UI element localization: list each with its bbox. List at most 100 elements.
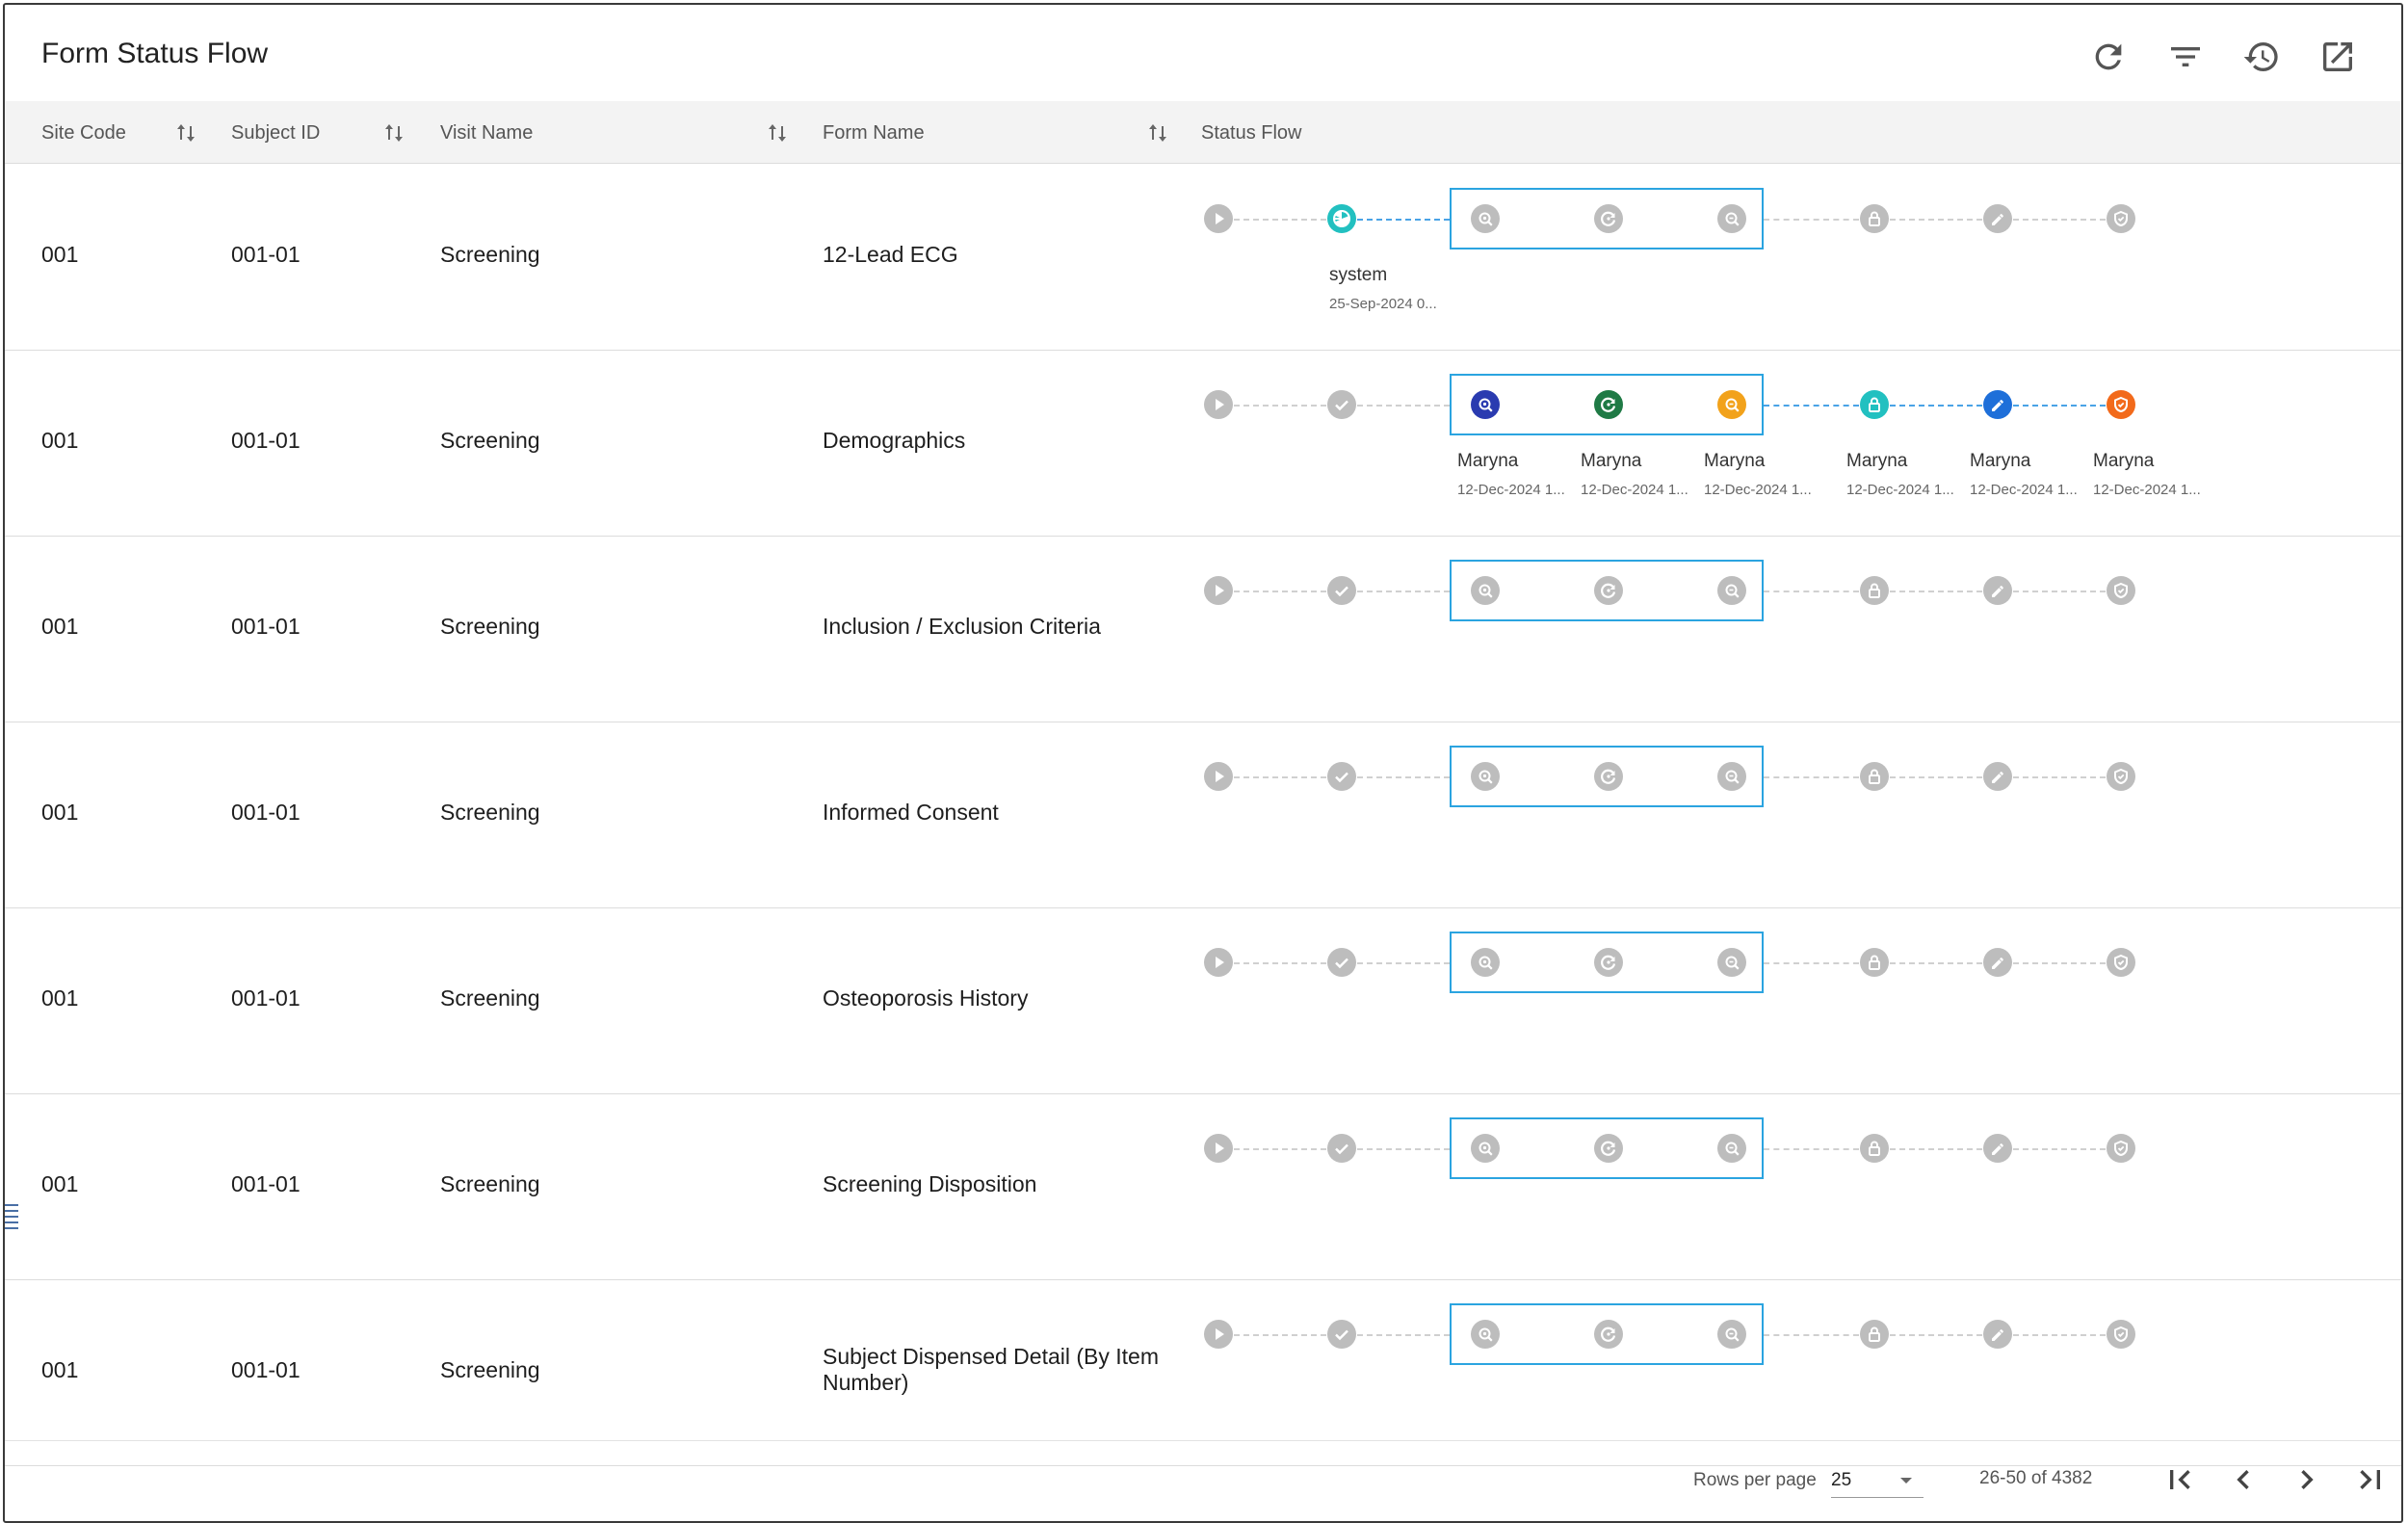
table-row[interactable]: 001 001-01 Screening Subject Dispensed Deta… [5,1280,2401,1466]
status-step-completed[interactable] [1327,390,1356,419]
status-step-signed[interactable] [1983,948,2012,977]
status-step-verified[interactable] [2107,1320,2135,1349]
pencil-icon [1992,214,2003,225]
rows-per-page-value: 25 [1831,1470,1852,1490]
query-open-icon [1479,1327,1493,1342]
status-step-query-open[interactable] [1471,1134,1500,1163]
status-step-verified[interactable] [2107,1134,2135,1163]
table-row[interactable]: 001 001-01 Screening Informed Consent [5,722,2401,908]
sort-arrows-icon[interactable] [174,120,197,145]
column-header-form-name[interactable]: Form Name [823,122,925,144]
status-step-start[interactable] [1204,1134,1233,1163]
status-step-locked[interactable] [1860,576,1889,605]
status-step-locked[interactable] [1860,1134,1889,1163]
table-row[interactable]: 001 001-01 Screening Osteoporosis History [5,908,2401,1094]
play-icon [1216,957,1224,968]
status-step-query-answered[interactable] [1594,576,1623,605]
table-row[interactable]: 001 001-01 Screening Inclusion / Exclusion … [5,537,2401,722]
history-button[interactable] [2242,38,2281,76]
status-step-query-closed[interactable] [1717,1134,1746,1163]
status-step-completed[interactable] [1327,1320,1356,1349]
previous-page-button[interactable] [2224,1460,2263,1499]
table-row[interactable]: 001 001-01 Screening Screening Disposition [5,1094,2401,1280]
status-step-query-answered[interactable] [1594,948,1623,977]
status-step-verified[interactable] [2107,576,2135,605]
step-date: 25-Sep-2024 0... [1329,296,1437,312]
status-step-completed[interactable] [1327,576,1356,605]
next-page-button[interactable] [2288,1460,2326,1499]
flow-connector [1357,1334,1450,1336]
status-step-query-answered[interactable] [1594,1134,1623,1163]
status-step-query-open[interactable] [1471,204,1500,233]
status-step-start[interactable] [1204,576,1233,605]
refresh-button[interactable] [2089,38,2128,76]
status-step-query-open[interactable] [1471,390,1500,419]
rows-per-page-select[interactable]: 25 [1831,1462,1924,1498]
status-step-query-closed[interactable] [1717,576,1746,605]
last-page-button[interactable] [2351,1460,2390,1499]
status-step-start[interactable] [1204,948,1233,977]
status-step-query-answered[interactable] [1594,762,1623,791]
shield-check-icon [2114,396,2128,413]
play-icon [1216,399,1224,410]
status-step-verified[interactable] [2107,762,2135,791]
status-step-start[interactable] [1204,204,1233,233]
flow-connector [1764,1148,1859,1150]
open-external-icon [2323,42,2352,71]
shield-check-icon [2114,1140,2128,1157]
query-answered-icon [1601,583,1616,598]
status-step-signed[interactable] [1983,576,2012,605]
first-page-button[interactable] [2160,1460,2199,1499]
column-header-visit-name[interactable]: Visit Name [440,122,533,144]
status-step-locked[interactable] [1860,204,1889,233]
status-step-query-open[interactable] [1471,1320,1500,1349]
status-step-signed[interactable] [1983,204,2012,233]
status-step-locked[interactable] [1860,390,1889,419]
status-step-query-answered[interactable] [1594,390,1623,419]
status-step-query-closed[interactable] [1717,390,1746,419]
flow-connector [2013,1148,2106,1150]
column-header-site-code[interactable]: Site Code [41,122,126,144]
status-step-signed[interactable] [1983,390,2012,419]
status-step-verified[interactable] [2107,204,2135,233]
status-step-locked[interactable] [1860,948,1889,977]
status-step-locked[interactable] [1860,762,1889,791]
table-row[interactable]: 001 001-01 Screening 12-Lead ECG system 25-Se… [5,165,2401,351]
sort-arrows-icon[interactable] [382,120,406,145]
status-step-completed[interactable] [1327,762,1356,791]
status-step-query-answered[interactable] [1594,204,1623,233]
status-step-query-open[interactable] [1471,948,1500,977]
filter-button[interactable] [2166,38,2205,76]
lock-icon [1869,1141,1880,1156]
status-step-query-closed[interactable] [1717,204,1746,233]
status-step-verified[interactable] [2107,390,2135,419]
drag-handle-icon[interactable] [5,1201,18,1230]
status-step-query-closed[interactable] [1717,1320,1746,1349]
status-step-completed[interactable] [1327,204,1356,233]
status-step-query-open[interactable] [1471,576,1500,605]
open-external-button[interactable] [2318,38,2357,76]
flow-connector [1890,1334,1982,1336]
status-step-start[interactable] [1204,390,1233,419]
status-step-completed[interactable] [1327,948,1356,977]
status-step-signed[interactable] [1983,762,2012,791]
table-row[interactable]: 001 001-01 Screening Demographics Maryna 12-D… [5,351,2401,537]
status-step-verified[interactable] [2107,948,2135,977]
status-step-start[interactable] [1204,762,1233,791]
step-user: Maryna [1704,451,1766,471]
sort-arrows-icon[interactable] [1146,120,1169,145]
status-step-completed[interactable] [1327,1134,1356,1163]
status-step-query-closed[interactable] [1717,948,1746,977]
sort-arrows-icon[interactable] [766,120,789,145]
status-step-query-open[interactable] [1471,762,1500,791]
status-step-start[interactable] [1204,1320,1233,1349]
step-date: 12-Dec-2024 1... [1457,482,1565,498]
status-step-query-closed[interactable] [1717,762,1746,791]
status-step-signed[interactable] [1983,1134,2012,1163]
query-open-icon [1479,1142,1493,1156]
status-step-query-answered[interactable] [1594,1320,1623,1349]
status-step-locked[interactable] [1860,1320,1889,1349]
history-icon [2243,42,2278,72]
column-header-subject-id[interactable]: Subject ID [231,122,320,144]
status-step-signed[interactable] [1983,1320,2012,1349]
